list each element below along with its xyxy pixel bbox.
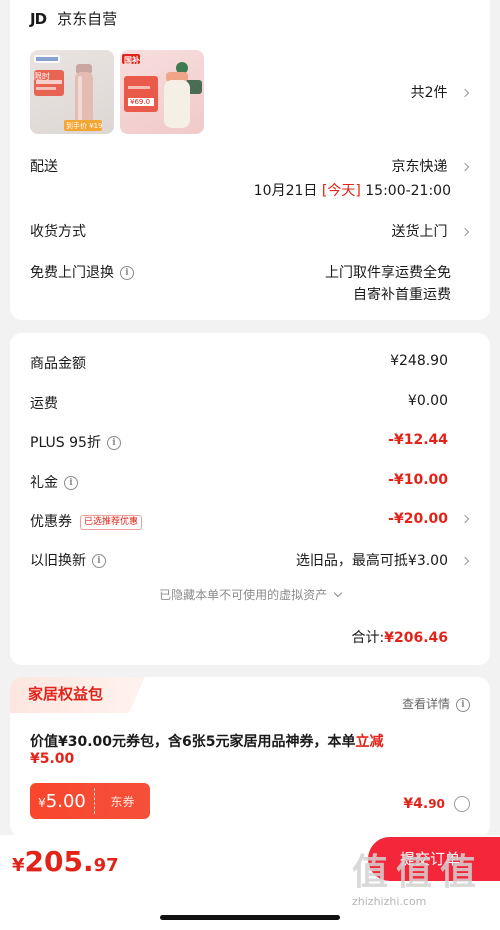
return-label: 免费上门退换 [30,265,114,281]
bundle-price-decimal: 90 [428,797,445,811]
total-label: 合计: [351,630,385,646]
watermark-logo: 值 [396,852,433,893]
summary-value: -¥12.44 [388,432,448,448]
summary-value: ¥248.90 [390,353,448,369]
bundle-title: 家居权益包 [28,685,104,703]
info-icon[interactable]: i [106,436,121,450]
thumb1-price: 到手价 ¥19 [66,122,103,130]
summary-value[interactable]: 选旧品，最高可抵¥3.00 [295,550,470,570]
price-summary-card: 商品金额 ¥248.90 运费 ¥0.00 PLUS 95折 i -¥12.44 礼金 i -¥1… [10,333,490,665]
final-price-decimal: 97 [93,855,119,876]
order-info-card: JD 京东自营 限时 到手价 ¥19 国补 ¥69.0 共2件 配送 京东快递 … [10,0,490,320]
bundle-desc-main: 价值¥30.00元券包，含6张5元家居用品神券，本单 [30,734,356,750]
bundle-details-text: 查看详情 [401,697,450,711]
product-thumbnail-1[interactable]: 限时 到手价 ¥19 [30,50,114,134]
summary-label-text: 优惠券 [30,514,72,530]
total-value: ¥206.46 [384,630,448,646]
chevron-right-icon [460,514,470,524]
summary-label-text: 商品金额 [30,356,86,372]
recommended-badge: 已选推荐优惠 [80,514,143,530]
return-line1: 上门取件享运费全免 [325,265,451,281]
thumb2-price: ¥69.0 [130,98,151,106]
summary-value-text: ¥0.00 [407,393,448,409]
final-price-currency: ¥ [12,855,25,876]
delivery-today: [今天] [321,183,361,199]
bundle-price-select[interactable]: ¥4.90 [403,793,470,812]
bundle-description: 价值¥30.00元券包，含6张5元家居用品神券，本单立减 [30,731,384,751]
summary-label: 礼金 i [30,472,78,492]
chevron-right-icon [460,227,470,237]
receive-value: 送货上门 [391,224,448,240]
delivery-date: 10月21日 [253,183,318,199]
watermark-text: zhizhizhi.com [352,895,427,908]
summary-label: 优惠券 已选推荐优惠 [30,511,143,531]
shop-header: JD 京东自营 [30,8,117,29]
jd-logo: JD [30,10,47,28]
info-icon[interactable]: i [92,554,106,568]
summary-value-text: -¥20.00 [388,511,448,527]
delivery-method[interactable]: 京东快递 [391,156,470,176]
product-thumbnail-2[interactable]: 国补 ¥69.0 [120,50,204,134]
delivery-label: 配送 [30,159,58,175]
summary-value[interactable]: -¥20.00 [388,511,470,527]
home-indicator[interactable] [160,915,340,920]
summary-label: PLUS 95折 i [30,432,121,452]
thumb1-badge: 限时 [34,72,50,81]
summary-label-text: 以旧换新 [30,553,86,569]
return-label-wrap: 免费上门退换 i [30,262,134,282]
count-prefix: 共 [410,85,425,101]
hidden-assets-note: 已隐藏本单不可使用的虚拟资产 [159,588,328,602]
receive-label: 收货方式 [30,224,86,240]
coupon-value: ¥5.00 [30,791,94,812]
bundle-desc-highlight: 立减 [355,734,384,750]
coupon-ticket: ¥5.00 东券 [30,783,150,819]
count-number: 2 [424,85,434,101]
info-icon: i [456,697,470,712]
summary-label: 运费 [30,393,58,413]
summary-label: 商品金额 [30,353,86,373]
radio-unchecked-icon[interactable] [454,795,470,812]
bundle-price-main: ¥4. [403,796,429,812]
summary-value: ¥0.00 [408,393,448,409]
receive-method[interactable]: 送货上门 [391,221,470,241]
return-line2: 自寄补首重运费 [353,287,451,303]
chevron-right-icon [460,556,470,566]
hidden-assets-toggle[interactable]: 已隐藏本单不可使用的虚拟资产 [10,586,490,603]
final-price: ¥205.97 [12,845,119,878]
summary-value-text: -¥10.00 [388,472,448,488]
info-icon[interactable]: i [64,476,78,490]
info-icon[interactable]: i [120,266,134,280]
coupon-type: 东券 [110,794,135,809]
product-count[interactable]: 共2件 [410,82,470,102]
thumb2-badge: 国补 [124,56,140,65]
summary-label-text: 运费 [30,396,58,412]
summary-label-text: 礼金 [30,475,58,491]
delivery-time-range: 15:00-21:00 [365,183,451,199]
bundle-details-link[interactable]: 查看详情 i [402,695,470,712]
summary-value: -¥10.00 [388,472,448,488]
delivery-time[interactable]: 10月21日 [今天] 15:00-21:00 [254,180,451,200]
checkout-bar: ¥205.97 提交订单 值 值 值 zhizhizhi.com [0,835,500,930]
benefit-bundle-card: 家居权益包 查看详情 i 价值¥30.00元券包，含6张5元家居用品神券，本单立减… [10,677,490,837]
chevron-down-icon [333,588,343,598]
total-row: 合计:¥206.46 [352,627,448,647]
shop-name: 京东自营 [57,10,118,28]
summary-value-text: -¥12.44 [388,432,448,448]
summary-value-text: 选旧品，最高可抵¥3.00 [295,553,448,569]
summary-label: 以旧换新 i [30,550,106,570]
coupon-currency: ¥ [38,795,46,810]
final-price-amount: 205. [24,845,94,878]
delivery-method-text: 京东快递 [391,159,448,175]
chevron-right-icon [460,88,470,98]
coupon-amount: 5.00 [45,790,86,812]
bundle-desc-line2: ¥5.00 [30,751,75,767]
watermark-logo: 值 [352,852,389,893]
summary-label-text: PLUS 95折 [30,435,101,451]
summary-value-text: ¥248.90 [390,353,448,369]
count-suffix: 件 [433,85,448,101]
watermark-logo: 值 [440,852,477,893]
chevron-right-icon [460,162,470,172]
